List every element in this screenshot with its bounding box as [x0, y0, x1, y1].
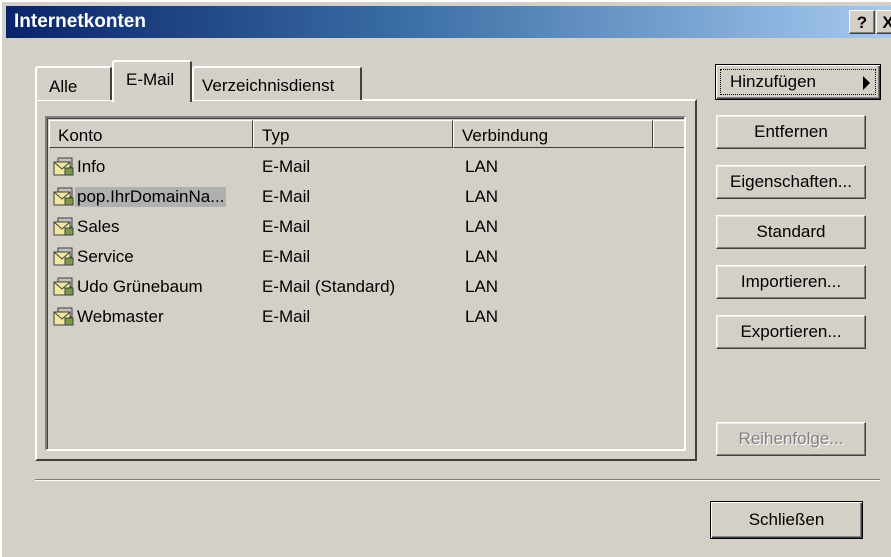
table-row[interactable]: Udo Grünebaum E-Mail (Standard) LAN: [49, 272, 684, 302]
table-row[interactable]: Info E-Mail LAN: [49, 152, 684, 182]
label-part: Hinzufügen: [730, 72, 817, 91]
account-type: E-Mail: [262, 187, 311, 206]
account-type: E-Mail: [262, 157, 311, 176]
accounts-list[interactable]: Konto Typ Verbindung Info E-Mail LAN pop.Ih…: [45, 116, 686, 451]
account-connection: LAN: [465, 187, 499, 206]
close-dialog-button[interactable]: Schließen: [710, 501, 863, 539]
account-type: E-Mail (Standard): [262, 277, 396, 296]
tab-label: Alle: [49, 77, 78, 96]
tab-label: E-Mail: [126, 70, 175, 89]
account-connection: LAN: [465, 307, 499, 326]
export-button[interactable]: Exportieren...: [716, 315, 866, 349]
mail-account-icon: [53, 157, 75, 177]
table-row[interactable]: Service E-Mail LAN: [49, 242, 684, 272]
account-connection: LAN: [465, 277, 499, 296]
tab-alle[interactable]: Alle: [35, 66, 112, 100]
mail-account-icon: [53, 277, 75, 297]
separator: [35, 479, 880, 481]
account-name: Service: [77, 247, 134, 266]
mail-account-icon: [53, 217, 75, 237]
column-header-filler: [653, 120, 684, 148]
list-header: Konto Typ Verbindung: [49, 120, 684, 148]
close-button[interactable]: X: [876, 10, 891, 34]
column-header-konto[interactable]: Konto: [49, 120, 253, 148]
account-name: Info: [77, 157, 106, 176]
table-row[interactable]: Webmaster E-Mail LAN: [49, 302, 684, 332]
account-type: E-Mail: [262, 217, 311, 236]
account-type: E-Mail: [262, 247, 311, 266]
internetkonten-dialog: Internetkonten ? X Alle E-Mail Verzeichn…: [0, 0, 891, 557]
import-button[interactable]: Importieren...: [716, 265, 866, 299]
tab-email[interactable]: E-Mail: [112, 60, 192, 102]
title-bar[interactable]: Internetkonten ? X: [6, 6, 891, 38]
window-title: Internetkonten: [14, 11, 146, 32]
account-connection: LAN: [465, 217, 499, 236]
account-connection: LAN: [465, 247, 499, 266]
column-header-verbindung[interactable]: Verbindung: [453, 120, 653, 148]
table-row[interactable]: pop.IhrDomainNa... E-Mail LAN: [49, 182, 684, 212]
column-header-typ[interactable]: Typ: [253, 120, 453, 148]
mail-account-icon: [53, 307, 75, 327]
remove-button[interactable]: Entfernen: [716, 115, 866, 149]
account-type: E-Mail: [262, 307, 311, 326]
add-button-label: Hinzufügen: [730, 65, 816, 99]
table-row[interactable]: Sales E-Mail LAN: [49, 212, 684, 242]
tab-verzeichnisdienst[interactable]: Verzeichnisdienst: [192, 66, 362, 100]
mail-account-icon: [53, 247, 75, 267]
account-name: Udo Grünebaum: [77, 277, 203, 296]
help-button[interactable]: ?: [849, 10, 875, 34]
account-name: Sales: [77, 217, 120, 236]
tab-label: Verzeichnisdienst: [202, 76, 335, 95]
account-name: Webmaster: [77, 307, 164, 326]
add-button[interactable]: Hinzufügen: [715, 64, 881, 100]
account-connection: LAN: [465, 157, 499, 176]
account-name: pop.IhrDomainNa...: [75, 187, 227, 207]
default-button[interactable]: Standard: [716, 215, 866, 249]
submenu-arrow-icon: [863, 76, 870, 90]
order-button[interactable]: Reihenfolge...: [716, 422, 866, 456]
mail-account-icon: [53, 187, 75, 207]
properties-button[interactable]: Eigenschaften...: [716, 165, 866, 199]
